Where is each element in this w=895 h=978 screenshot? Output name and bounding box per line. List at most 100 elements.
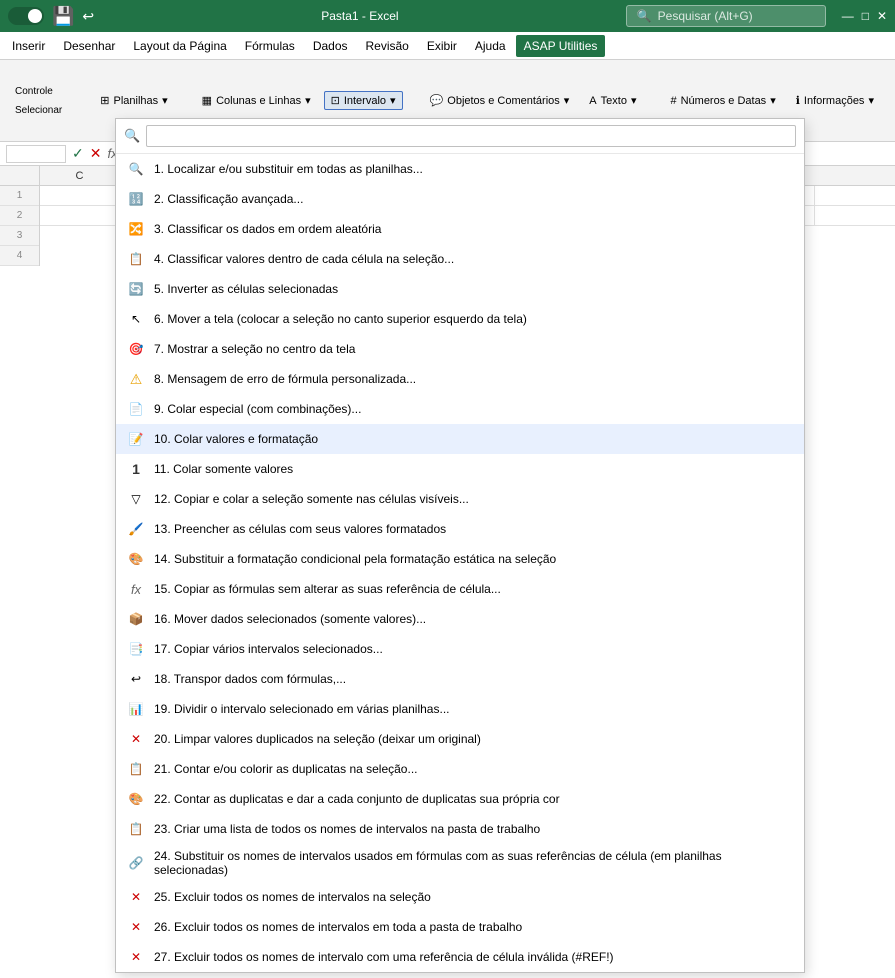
menu-item-ajuda[interactable]: Ajuda — [467, 35, 514, 57]
ribbon-group-colunas: ▦ Colunas e Linhas ▾ — [195, 91, 318, 110]
ribbon-left: Controle Selecionar — [8, 83, 69, 119]
dropdown-item-18[interactable]: ↩ 18. Transpor dados com fórmulas,... — [116, 664, 804, 694]
check-icon[interactable]: ✓ — [72, 145, 84, 162]
row-4: 4 — [0, 246, 39, 266]
objetos-dropdown-icon: ▾ — [564, 94, 570, 107]
cell-c1[interactable] — [40, 186, 120, 205]
item-icon-6: ↖ — [126, 309, 146, 329]
menu-item-exibir[interactable]: Exibir — [419, 35, 465, 57]
menu-bar: Inserir Desenhar Layout da Página Fórmul… — [0, 32, 895, 60]
dropdown-item-27[interactable]: ✕ 27. Excluir todos os nomes de interval… — [116, 942, 804, 972]
dropdown-item-5[interactable]: 🔄 5. Inverter as células selecionadas — [116, 274, 804, 304]
dropdown-item-25[interactable]: ✕ 25. Excluir todos os nomes de interval… — [116, 882, 804, 912]
dropdown-item-23[interactable]: 📋 23. Criar uma lista de todos os nomes … — [116, 814, 804, 844]
item-text-2: 2. Classificação avançada... — [154, 192, 303, 206]
menu-item-revisao[interactable]: Revisão — [358, 35, 417, 57]
menu-item-formulas[interactable]: Fórmulas — [237, 35, 303, 57]
menu-item-layout[interactable]: Layout da Página — [125, 35, 234, 57]
menu-item-asap[interactable]: ASAP Utilities — [516, 35, 606, 57]
dropdown-item-19[interactable]: 📊 19. Dividir o intervalo selecionado em… — [116, 694, 804, 724]
item-icon-8: ⚠ — [126, 369, 146, 389]
ribbon-btn-planilhas[interactable]: ⊞ Planilhas ▾ — [93, 91, 174, 110]
dropdown-item-9[interactable]: 📄 9. Colar especial (com combinações)... — [116, 394, 804, 424]
item-icon-5: 🔄 — [126, 279, 146, 299]
item-icon-12: ▽ — [126, 489, 146, 509]
item-text-24: 24. Substituir os nomes de intervalos us… — [154, 849, 794, 877]
ribbon-btn-numeros[interactable]: # Números e Datas ▾ — [663, 91, 782, 110]
cell-c2[interactable] — [40, 206, 120, 225]
dropdown-item-16[interactable]: 📦 16. Mover dados selecionados (somente … — [116, 604, 804, 634]
maximize-btn[interactable]: □ — [862, 9, 869, 23]
numeros-icon: # — [670, 95, 676, 107]
dropdown-item-7[interactable]: 🎯 7. Mostrar a seleção no centro da tela — [116, 334, 804, 364]
save-icon[interactable]: 💾 — [52, 6, 74, 27]
dropdown-item-20[interactable]: ✕ 20. Limpar valores duplicados na seleç… — [116, 724, 804, 754]
item-icon-16: 📦 — [126, 609, 146, 629]
dropdown-search-icon: 🔍 — [124, 128, 140, 144]
ribbon-btn-texto[interactable]: A Texto ▾ — [582, 91, 643, 110]
cell-reference[interactable] — [6, 145, 66, 163]
item-icon-27: ✕ — [126, 947, 146, 967]
dropdown-item-2[interactable]: 🔢 2. Classificação avançada... — [116, 184, 804, 214]
item-icon-10: 📝 — [126, 429, 146, 449]
dropdown-items: 🔍 1. Localizar e/ou substituir em todas … — [116, 154, 804, 972]
col-c[interactable]: C — [40, 166, 120, 185]
item-icon-17: 📑 — [126, 639, 146, 659]
toggle-switch[interactable] — [8, 7, 44, 25]
dropdown-item-11[interactable]: 1 11. Colar somente valores — [116, 454, 804, 484]
dropdown-item-13[interactable]: 🖌️ 13. Preencher as células com seus val… — [116, 514, 804, 544]
cancel-icon[interactable]: ✕ — [90, 145, 102, 162]
planilhas-dropdown-icon: ▾ — [162, 94, 168, 107]
dropdown-item-6[interactable]: ↖ 6. Mover a tela (colocar a seleção no … — [116, 304, 804, 334]
row-3: 3 — [0, 226, 39, 246]
ribbon-btn-info[interactable]: ℹ Informações ▾ — [789, 91, 881, 110]
dropdown-item-8[interactable]: ⚠ 8. Mensagem de erro de fórmula persona… — [116, 364, 804, 394]
colunas-icon: ▦ — [202, 94, 212, 107]
search-input[interactable] — [658, 9, 808, 23]
app-title: Pasta1 - Excel — [102, 9, 618, 23]
item-icon-13: 🖌️ — [126, 519, 146, 539]
texto-dropdown-icon: ▾ — [631, 94, 637, 107]
menu-item-inserir[interactable]: Inserir — [4, 35, 53, 57]
ribbon-btn-objetos[interactable]: 💬 Objetos e Comentários ▾ — [423, 91, 577, 110]
undo-icon[interactable]: ↩ — [82, 8, 94, 25]
item-icon-11: 1 — [126, 459, 146, 479]
minimize-btn[interactable]: — — [842, 9, 854, 23]
item-text-21: 21. Contar e/ou colorir as duplicatas na… — [154, 762, 417, 776]
cell-p2[interactable] — [815, 206, 895, 225]
row-2: 2 — [0, 206, 39, 226]
dropdown-item-17[interactable]: 📑 17. Copiar vários intervalos seleciona… — [116, 634, 804, 664]
dropdown-search-input[interactable] — [146, 125, 796, 147]
dropdown-item-15[interactable]: fx 15. Copiar as fórmulas sem alterar as… — [116, 574, 804, 604]
toggle-circle — [28, 9, 42, 23]
search-icon: 🔍 — [637, 9, 652, 23]
item-icon-23: 📋 — [126, 819, 146, 839]
item-text-22: 22. Contar as duplicatas e dar a cada co… — [154, 792, 560, 806]
ribbon-btn-controle[interactable]: Controle — [8, 83, 69, 100]
item-text-18: 18. Transpor dados com fórmulas,... — [154, 672, 346, 686]
dropdown-item-26[interactable]: ✕ 26. Excluir todos os nomes de interval… — [116, 912, 804, 942]
dropdown-item-10[interactable]: 📝 10. Colar valores e formatação — [116, 424, 804, 454]
menu-item-desenhar[interactable]: Desenhar — [55, 35, 123, 57]
cell-p1[interactable] — [815, 186, 895, 205]
dropdown-item-24[interactable]: 🔗 24. Substituir os nomes de intervalos … — [116, 844, 804, 882]
close-btn[interactable]: ✕ — [877, 9, 887, 23]
dropdown-search-row: 🔍 — [116, 119, 804, 154]
item-icon-7: 🎯 — [126, 339, 146, 359]
ribbon-btn-intervalo[interactable]: ⊡ Intervalo ▾ — [324, 91, 403, 110]
ribbon-group-info: ℹ Informações ▾ — [789, 91, 881, 110]
item-text-27: 27. Excluir todos os nomes de intervalo … — [154, 950, 614, 964]
ribbon-group-objetos: 💬 Objetos e Comentários ▾ — [423, 91, 577, 110]
dropdown-item-12[interactable]: ▽ 12. Copiar e colar a seleção somente n… — [116, 484, 804, 514]
dropdown-item-4[interactable]: 📋 4. Classificar valores dentro de cada … — [116, 244, 804, 274]
search-box[interactable]: 🔍 — [626, 5, 826, 27]
ribbon-btn-selecionar[interactable]: Selecionar — [8, 102, 69, 119]
ribbon-btn-colunas[interactable]: ▦ Colunas e Linhas ▾ — [195, 91, 318, 110]
item-text-23: 23. Criar uma lista de todos os nomes de… — [154, 822, 540, 836]
menu-item-dados[interactable]: Dados — [305, 35, 356, 57]
dropdown-item-21[interactable]: 📋 21. Contar e/ou colorir as duplicatas … — [116, 754, 804, 784]
dropdown-item-3[interactable]: 🔀 3. Classificar os dados em ordem aleat… — [116, 214, 804, 244]
dropdown-item-1[interactable]: 🔍 1. Localizar e/ou substituir em todas … — [116, 154, 804, 184]
dropdown-item-14[interactable]: 🎨 14. Substituir a formatação condiciona… — [116, 544, 804, 574]
dropdown-item-22[interactable]: 🎨 22. Contar as duplicatas e dar a cada … — [116, 784, 804, 814]
